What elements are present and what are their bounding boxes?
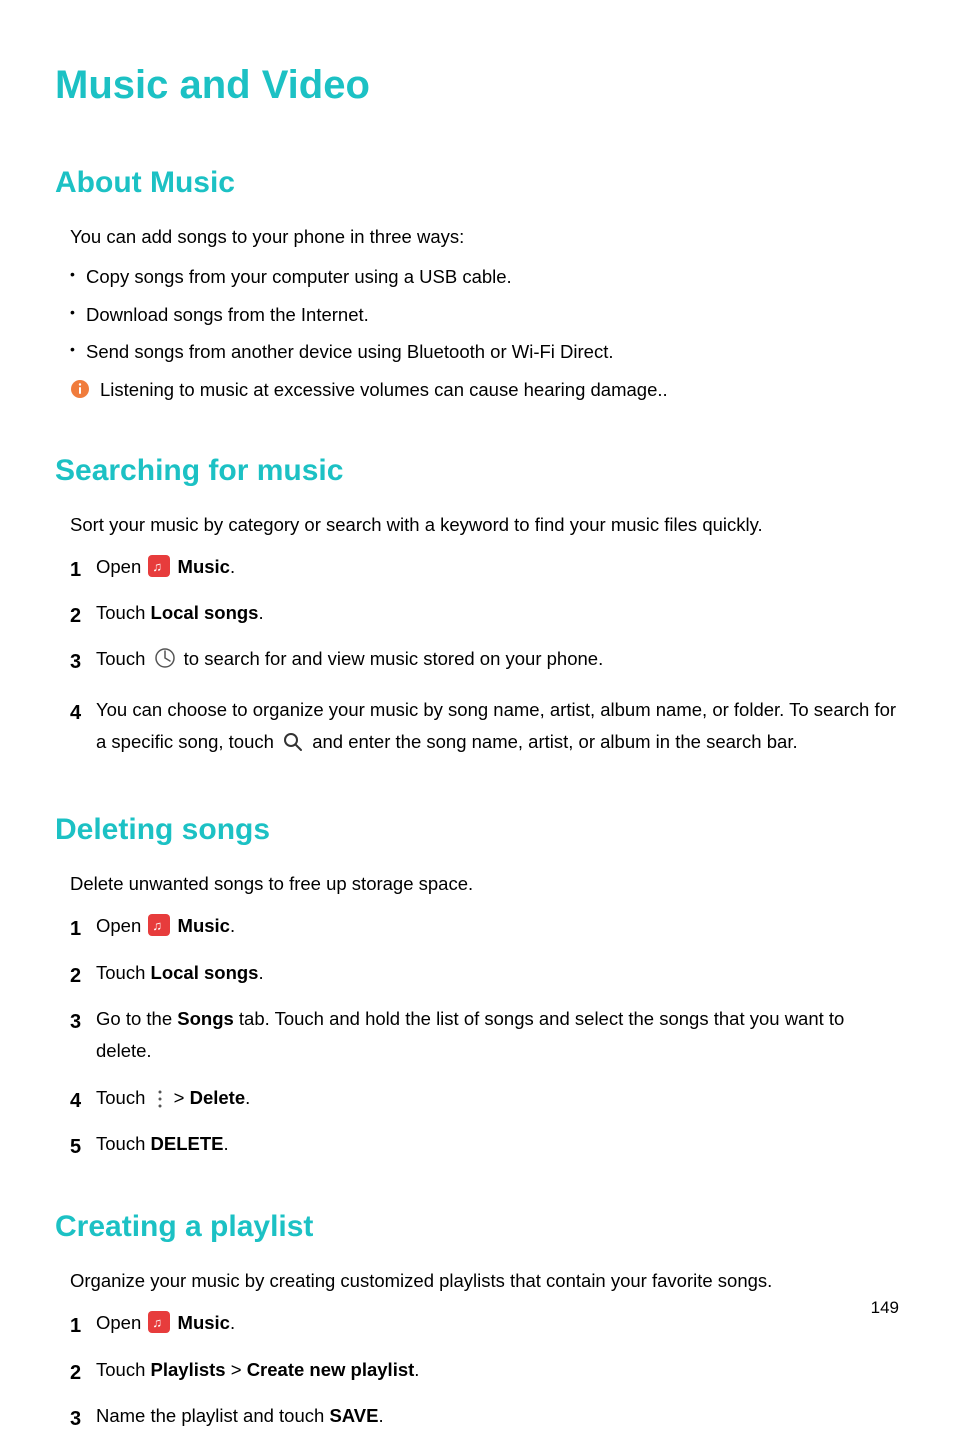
music-app-icon bbox=[148, 914, 170, 936]
label-delete: Delete bbox=[190, 1087, 246, 1108]
section-heading-searching: Searching for music bbox=[55, 448, 899, 493]
step-text: . bbox=[224, 1133, 229, 1154]
step-text: . bbox=[230, 1312, 235, 1333]
music-app-icon bbox=[148, 555, 170, 577]
label-songs-tab: Songs bbox=[177, 1008, 234, 1029]
step-text: Touch bbox=[96, 962, 151, 983]
label-local-songs: Local songs bbox=[151, 962, 259, 983]
app-name-music: Music bbox=[178, 556, 230, 577]
step-text: Open bbox=[96, 915, 146, 936]
step-item: Open Music. bbox=[70, 910, 899, 942]
step-text: and enter the song name, artist, or albu… bbox=[307, 731, 798, 752]
step-item: Touch > Delete. bbox=[70, 1082, 899, 1114]
step-text: . bbox=[414, 1359, 419, 1380]
section3-steps: Open Music. Touch Local songs. Go to the… bbox=[70, 910, 899, 1160]
page-title: Music and Video bbox=[55, 55, 899, 115]
step-text: . bbox=[258, 962, 263, 983]
music-app-icon bbox=[148, 1311, 170, 1333]
label-create-new-playlist: Create new playlist bbox=[247, 1359, 415, 1380]
section2-intro: Sort your music by category or search wi… bbox=[70, 511, 899, 539]
search-icon bbox=[282, 731, 304, 763]
step-text: . bbox=[230, 915, 235, 936]
step-item: Go to the Songs tab. Touch and hold the … bbox=[70, 1003, 899, 1068]
step-item: You can choose to organize your music by… bbox=[70, 694, 899, 764]
section3-intro: Delete unwanted songs to free up storage… bbox=[70, 870, 899, 898]
page-number: 149 bbox=[871, 1295, 899, 1321]
label-local-songs: Local songs bbox=[151, 602, 259, 623]
section1-intro: You can add songs to your phone in three… bbox=[70, 223, 899, 251]
bullet-item: Download songs from the Internet. bbox=[70, 301, 899, 329]
step-item: Touch to search for and view music store… bbox=[70, 643, 899, 679]
step-text: Touch bbox=[96, 602, 151, 623]
app-name-music: Music bbox=[178, 1312, 230, 1333]
label-delete-confirm: DELETE bbox=[151, 1133, 224, 1154]
step-text: > bbox=[226, 1359, 247, 1380]
step-text: . bbox=[230, 556, 235, 577]
step-item: Touch DELETE. bbox=[70, 1128, 899, 1160]
section4-intro: Organize your music by creating customiz… bbox=[70, 1267, 899, 1295]
step-text: Open bbox=[96, 1312, 146, 1333]
step-text: Touch bbox=[96, 1359, 151, 1380]
step-item: Touch Local songs. bbox=[70, 957, 899, 989]
step-text: Touch bbox=[96, 1133, 151, 1154]
step-text: . bbox=[245, 1087, 250, 1108]
section-heading-about-music: About Music bbox=[55, 160, 899, 205]
step-text: Name the playlist and touch bbox=[96, 1405, 329, 1426]
label-playlists: Playlists bbox=[151, 1359, 226, 1380]
section-heading-playlist: Creating a playlist bbox=[55, 1204, 899, 1249]
step-item: Touch Playlists > Create new playlist. bbox=[70, 1354, 899, 1386]
step-text: Go to the bbox=[96, 1008, 177, 1029]
step-text: to search for and view music stored on y… bbox=[179, 648, 604, 669]
label-save: SAVE bbox=[329, 1405, 378, 1426]
step-text: > bbox=[169, 1087, 190, 1108]
section-heading-deleting: Deleting songs bbox=[55, 807, 899, 852]
step-text: Touch bbox=[96, 1087, 151, 1108]
step-text: . bbox=[378, 1405, 383, 1426]
step-item: Name the playlist and touch SAVE. bbox=[70, 1400, 899, 1432]
app-name-music: Music bbox=[178, 915, 230, 936]
step-item: Open Music. bbox=[70, 1307, 899, 1339]
bullet-item: Copy songs from your computer using a US… bbox=[70, 263, 899, 291]
section2-steps: Open Music. Touch Local songs. Touch to … bbox=[70, 551, 899, 764]
info-note: Listening to music at excessive volumes … bbox=[70, 376, 899, 404]
note-text: Listening to music at excessive volumes … bbox=[100, 376, 668, 404]
section1-bullets: Copy songs from your computer using a US… bbox=[70, 263, 899, 366]
sort-icon bbox=[154, 647, 176, 679]
step-text: . bbox=[258, 602, 263, 623]
more-options-icon bbox=[157, 1089, 163, 1109]
section4-steps: Open Music. Touch Playlists > Create new… bbox=[70, 1307, 899, 1432]
step-text: Touch bbox=[96, 648, 151, 669]
info-icon bbox=[70, 379, 90, 399]
step-text: Open bbox=[96, 556, 146, 577]
bullet-item: Send songs from another device using Blu… bbox=[70, 338, 899, 366]
step-item: Open Music. bbox=[70, 551, 899, 583]
step-item: Touch Local songs. bbox=[70, 597, 899, 629]
